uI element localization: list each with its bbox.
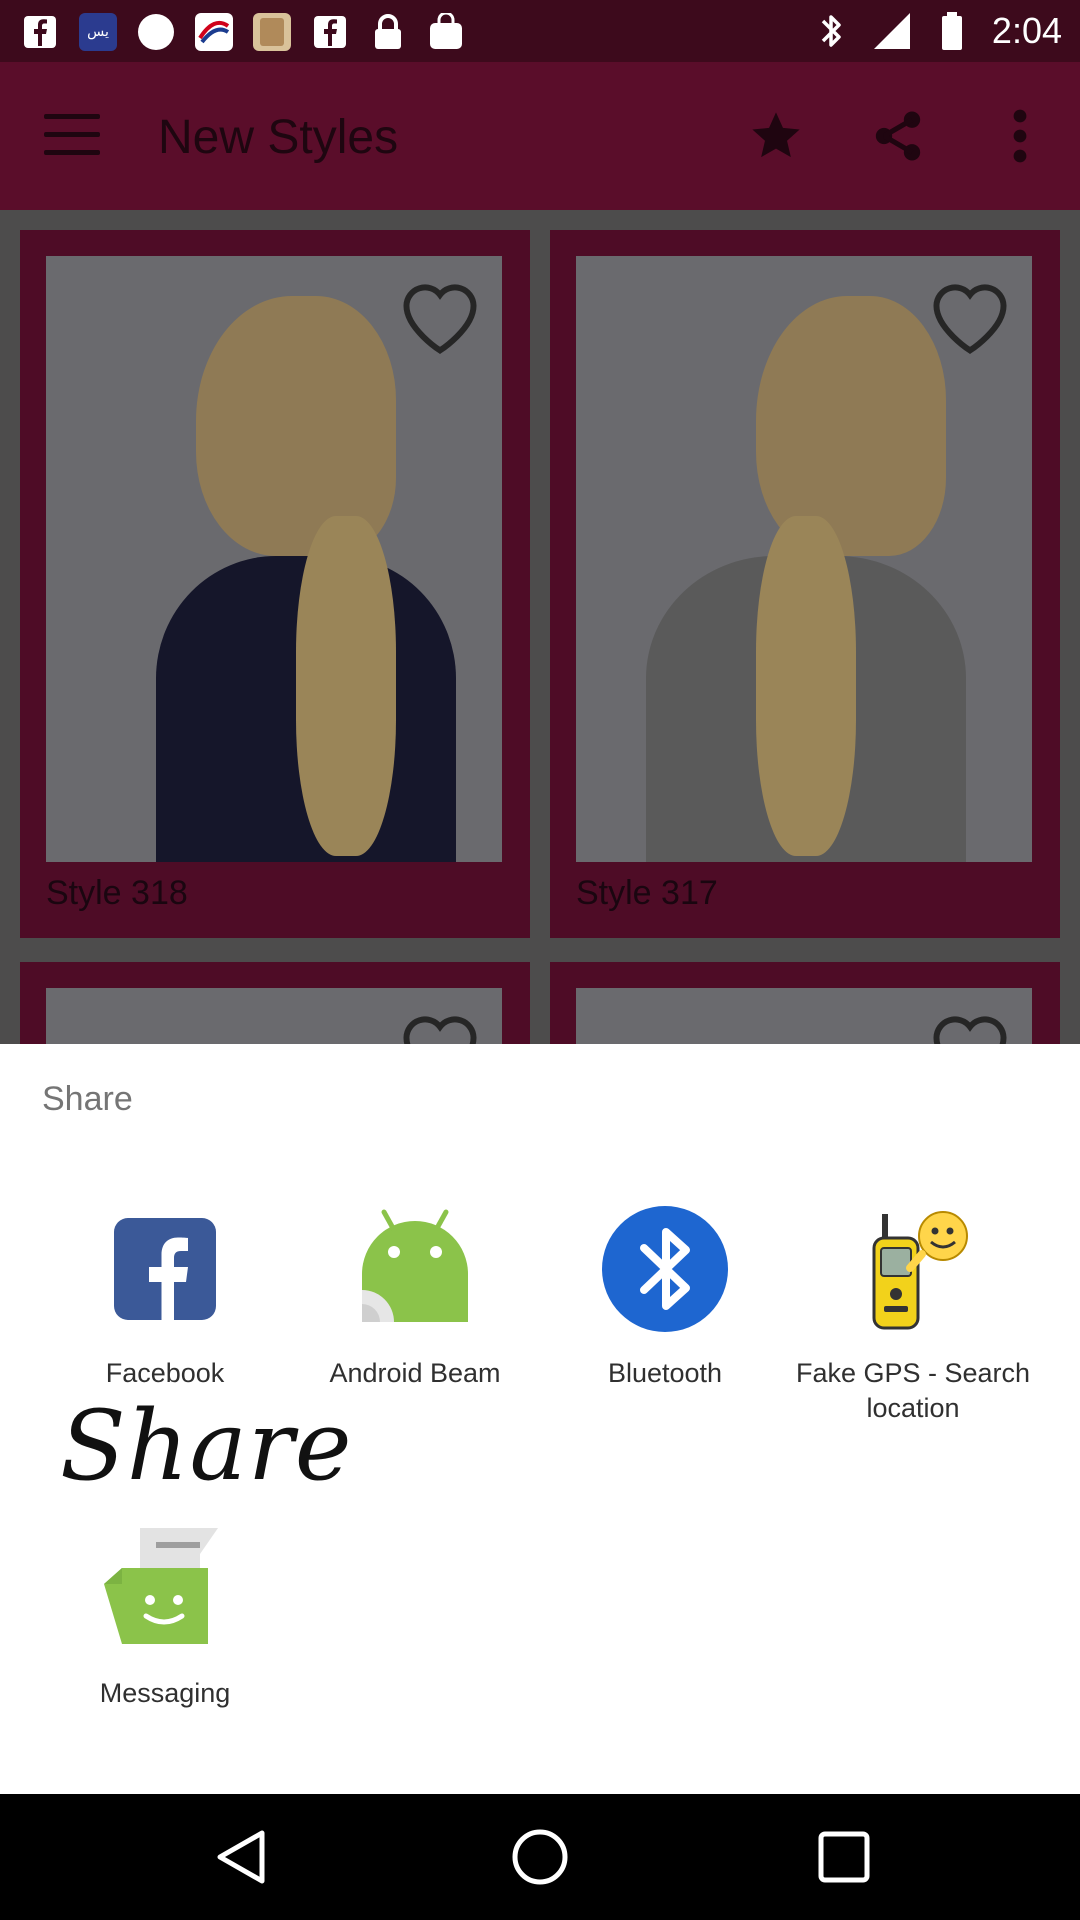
share-target-facebook[interactable]: Facebook (40, 1204, 290, 1391)
style-card[interactable]: Style 318 (20, 230, 530, 938)
share-icon[interactable] (868, 106, 928, 166)
style-photo (46, 256, 502, 862)
style-grid: Style 318 Style 317 (0, 210, 1080, 1086)
style-photo (576, 256, 1032, 862)
system-icons: 2:04 (812, 10, 1062, 52)
photo-app-icon (252, 12, 292, 52)
share-target-label: Android Beam (329, 1358, 501, 1388)
bag-icon (426, 12, 466, 52)
style-card[interactable]: Style 317 (550, 230, 1060, 938)
back-icon[interactable] (210, 1827, 270, 1887)
style-label: Style 318 (46, 874, 188, 912)
menu-icon[interactable] (44, 114, 100, 158)
circle-icon (136, 12, 176, 52)
notification-icons: يس (20, 12, 466, 52)
facebook-icon (100, 1204, 230, 1334)
share-target-android-beam[interactable]: Android Beam (290, 1204, 540, 1391)
airline-app-icon (194, 12, 234, 52)
messaging-icon (100, 1524, 230, 1654)
overlay-share-text: Share (60, 1390, 353, 1502)
navigation-bar (0, 1794, 1080, 1920)
share-sheet-title: Share (42, 1080, 133, 1118)
app-bar-actions (746, 106, 1050, 166)
bluetooth-icon (600, 1204, 730, 1334)
sarah-yaski-app-icon: يس (78, 12, 118, 52)
share-target-label: Facebook (105, 1358, 225, 1388)
style-label: Style 317 (576, 874, 718, 912)
battery-icon (932, 11, 972, 51)
share-target-bluetooth[interactable]: Bluetooth (540, 1204, 790, 1391)
page-title: New Styles (158, 111, 399, 164)
status-bar: يس 2:04 (0, 0, 1080, 62)
more-vert-icon[interactable] (990, 106, 1050, 166)
facebook-icon (20, 12, 60, 52)
share-target-fake-gps[interactable]: Fake GPS - Search location (788, 1204, 1038, 1426)
signal-icon (872, 11, 912, 51)
android-beam-icon (350, 1204, 480, 1334)
lock-icon (368, 12, 408, 52)
share-target-messaging[interactable]: Messaging (40, 1524, 290, 1711)
clock: 2:04 (991, 10, 1062, 51)
app-bar: New Styles (0, 62, 1080, 210)
favorite-heart-icon[interactable] (924, 274, 1016, 361)
recents-icon[interactable] (814, 1827, 874, 1887)
share-target-label: Bluetooth (607, 1358, 723, 1388)
facebook-icon (310, 12, 350, 52)
bluetooth-icon (812, 11, 852, 51)
star-icon[interactable] (746, 106, 806, 166)
share-target-label: Messaging (99, 1678, 231, 1708)
favorite-heart-icon[interactable] (394, 274, 486, 361)
svg-text:يس: يس (87, 24, 109, 40)
fake-gps-icon (848, 1204, 978, 1334)
home-icon[interactable] (510, 1827, 570, 1887)
share-target-label: Fake GPS - Search location (795, 1358, 1031, 1423)
